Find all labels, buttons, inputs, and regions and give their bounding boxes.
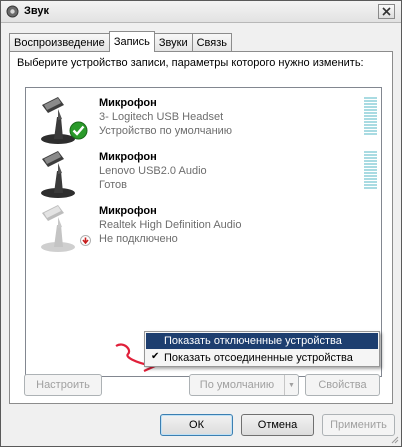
context-menu: Показать отключенные устройства ✔ Показа… — [144, 331, 380, 367]
configure-button[interactable]: Настроить — [24, 374, 102, 396]
device-status: Устройство по умолчанию — [99, 125, 233, 137]
close-button[interactable] — [378, 4, 395, 19]
device-name: Микрофон — [99, 151, 157, 163]
cancel-button[interactable]: Отмена — [241, 414, 314, 436]
apply-button[interactable]: Применить — [322, 414, 395, 436]
tab-recording[interactable]: Запись — [108, 31, 155, 52]
device-item-realtek[interactable]: Микрофон Realtek High Definition Audio Н… — [26, 199, 381, 253]
device-description: Realtek High Definition Audio — [99, 219, 242, 231]
device-description: 3- Logitech USB Headset — [99, 111, 224, 123]
properties-button[interactable]: Свойства — [305, 374, 380, 396]
device-item-lenovo[interactable]: Микрофон Lenovo USB2.0 Audio Готов — [26, 145, 381, 199]
checkmark-icon: ✔ — [151, 351, 160, 362]
level-meter — [364, 151, 377, 189]
sound-dialog: Звук Воспроизведение Запись Звуки Связь … — [0, 0, 402, 447]
tab-playback[interactable]: Воспроизведение — [9, 33, 110, 51]
tab-sounds[interactable]: Звуки — [153, 33, 193, 51]
device-status: Не подключено — [99, 233, 178, 245]
set-default-label: По умолчанию — [199, 379, 275, 391]
ok-button[interactable]: ОК — [160, 414, 233, 436]
close-icon — [382, 7, 391, 16]
tab-communications[interactable]: Связь — [191, 33, 233, 51]
set-default-button[interactable]: По умолчанию ▼ — [189, 374, 299, 396]
microphone-icon — [41, 151, 75, 198]
device-name: Микрофон — [99, 205, 157, 217]
menu-item-label: Показать отключенные устройства — [164, 335, 342, 347]
menu-item-label: Показать отсоединенные устройства — [164, 352, 353, 364]
device-description: Lenovo USB2.0 Audio — [99, 165, 207, 177]
device-item-logitech[interactable]: Микрофон 3- Logitech USB Headset Устройс… — [26, 91, 381, 145]
chevron-down-icon[interactable]: ▼ — [284, 375, 298, 395]
window-title: Звук — [24, 5, 50, 17]
resize-grip-icon[interactable] — [389, 434, 399, 444]
green-check-icon — [69, 121, 88, 140]
sound-app-icon — [6, 5, 19, 18]
device-status: Готов — [99, 179, 127, 191]
device-name: Микрофон — [99, 97, 157, 109]
red-down-arrow-icon — [80, 235, 91, 246]
tab-strip: Воспроизведение Запись Звуки Связь — [9, 31, 233, 52]
instruction-text: Выберите устройство записи, параметры ко… — [17, 57, 364, 69]
menu-item-show-disconnected[interactable]: ✔ Показать отсоединенные устройства — [146, 350, 378, 366]
title-bar[interactable]: Звук — [1, 1, 401, 23]
level-meter — [364, 97, 377, 135]
menu-item-show-disabled[interactable]: Показать отключенные устройства — [146, 333, 378, 349]
